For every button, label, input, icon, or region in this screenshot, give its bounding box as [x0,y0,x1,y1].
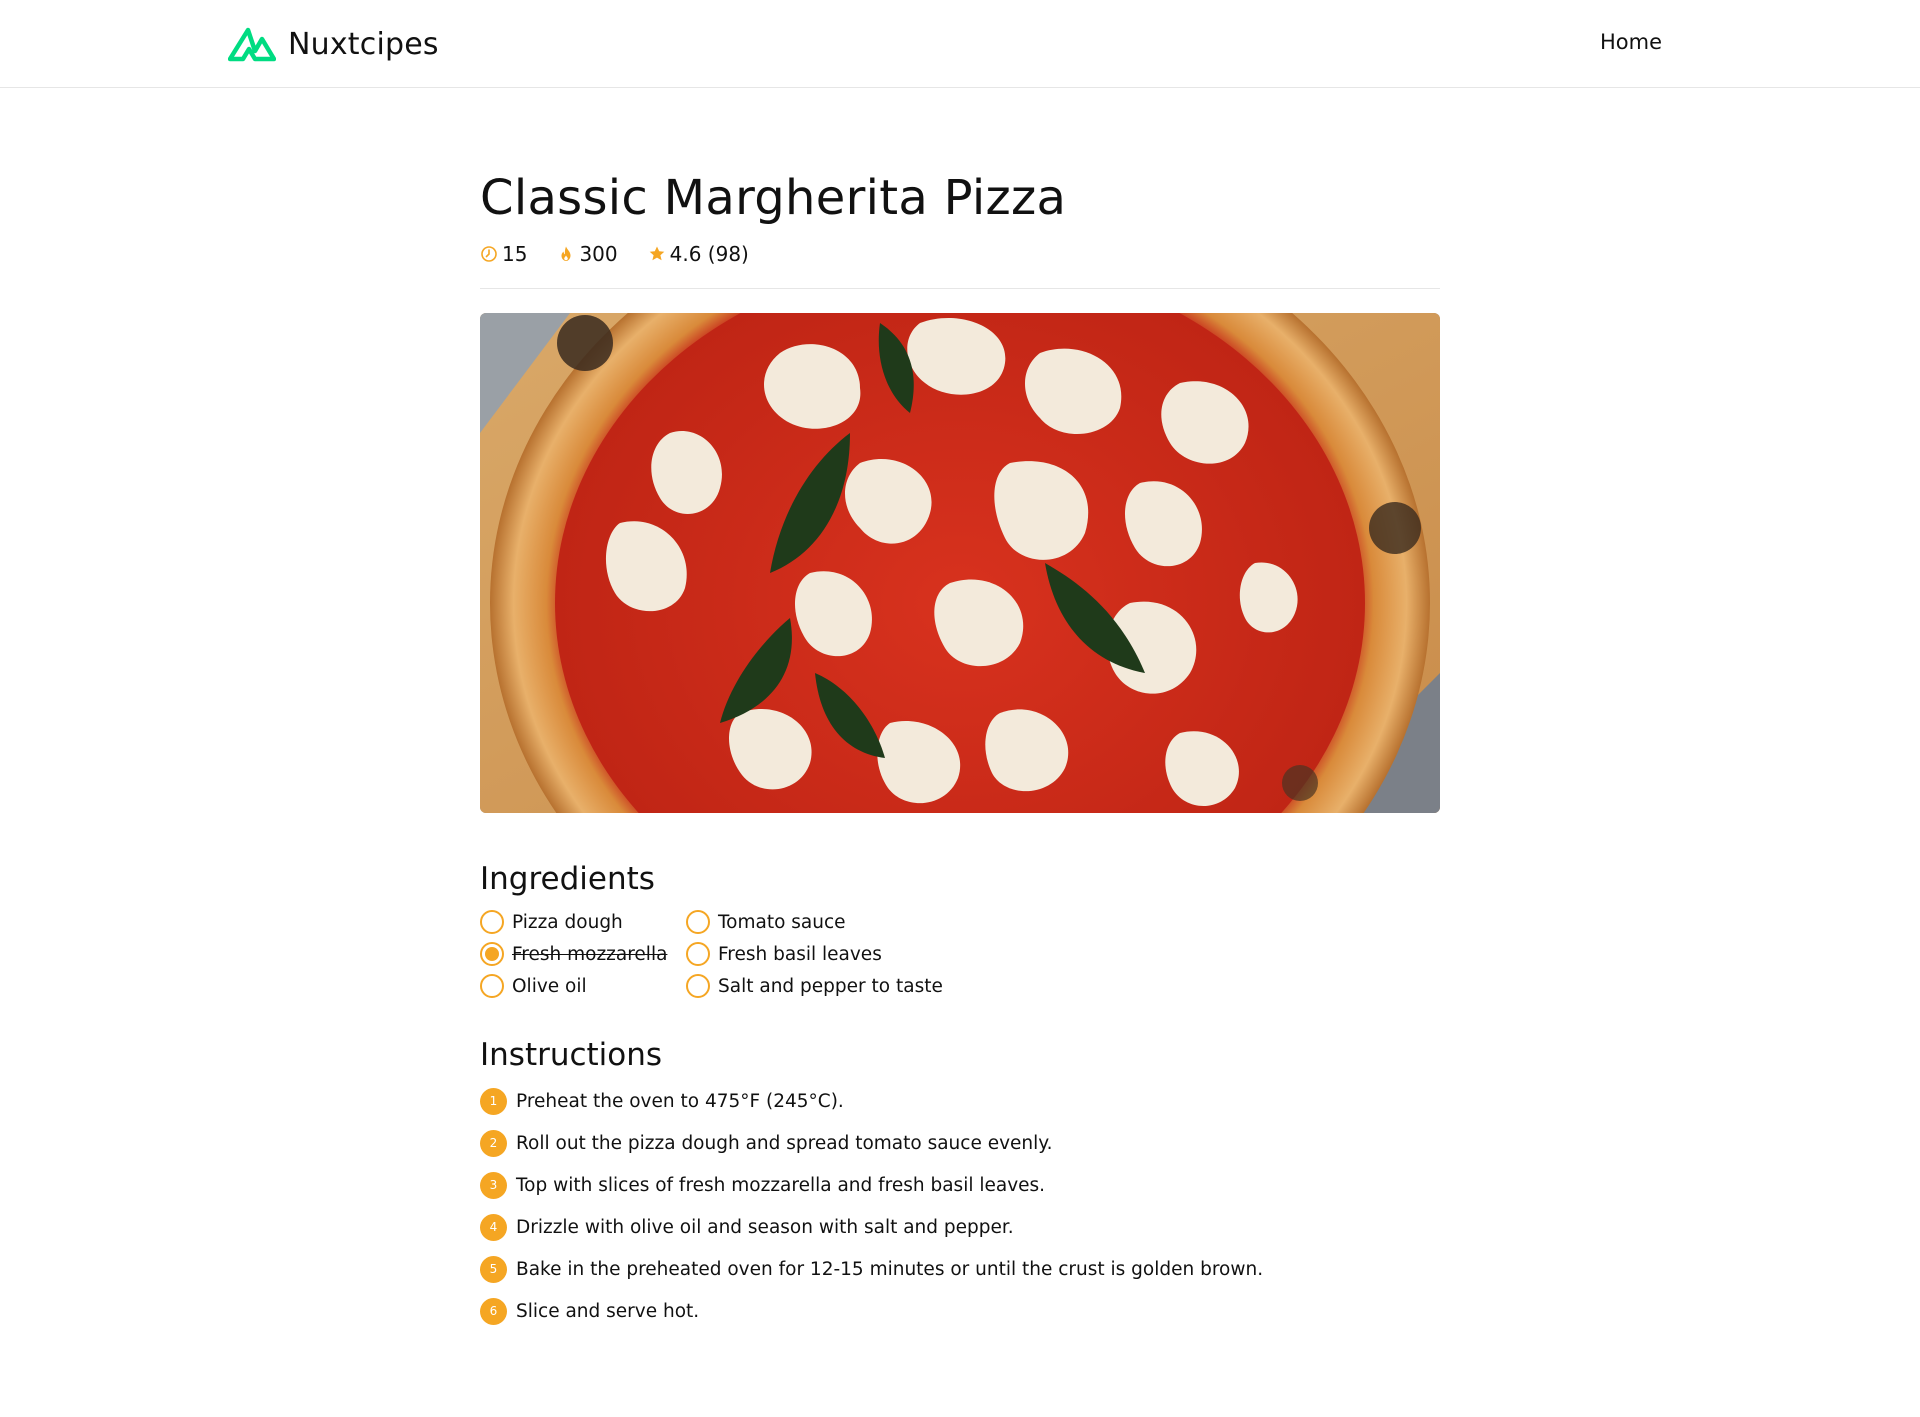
recipe-title: Classic Margherita Pizza [480,170,1067,226]
prep-time-value: 15 [502,242,528,266]
instruction-step: 4 Drizzle with olive oil and season with… [480,1213,1440,1241]
brand-link[interactable]: Nuxtcipes [228,26,439,62]
ingredient-checkbox[interactable] [686,910,710,934]
recipe-meta: 15 300 4.6 (98) [480,242,1440,289]
ingredient-item[interactable]: Tomato sauce [686,909,946,935]
ingredient-item[interactable]: Olive oil [480,973,686,999]
ingredient-checkbox[interactable] [686,974,710,998]
rating: 4.6 (98) [648,242,749,266]
top-navbar: Nuxtcipes Home [0,0,1920,88]
ingredient-label: Olive oil [512,975,587,997]
ingredient-label: Fresh basil leaves [718,943,882,965]
ingredient-label: Pizza dough [512,911,623,933]
step-number-badge: 5 [480,1255,507,1283]
step-text: Bake in the preheated oven for 12-15 min… [516,1258,1264,1280]
flame-icon [561,246,571,261]
instruction-step: 3 Top with slices of fresh mozzarella an… [480,1171,1440,1199]
ingredient-label: Salt and pepper to taste [718,975,943,997]
ingredient-item[interactable]: Pizza dough [480,909,686,935]
calories-value: 300 [579,242,618,266]
ingredient-item[interactable]: Fresh basil leaves [686,941,946,967]
nuxt-logo-icon [228,27,276,62]
recipe-content: Classic Margherita Pizza 15 300 4.6 (98) [480,168,1440,1339]
ingredient-checkbox[interactable] [480,910,504,934]
step-number-badge: 1 [480,1087,507,1115]
brand-name: Nuxtcipes [288,26,439,62]
ingredient-item[interactable]: Fresh mozzarella [480,941,686,967]
ingredient-item[interactable]: Salt and pepper to taste [686,973,946,999]
step-number-badge: 6 [480,1297,507,1325]
instruction-step: 5 Bake in the preheated oven for 12-15 m… [480,1255,1440,1283]
star-icon [649,246,664,261]
ingredients-list: Pizza dough Tomato sauce Fresh mozzarell… [480,909,1440,999]
ingredient-checkbox[interactable] [480,942,504,966]
instruction-step: 1 Preheat the oven to 475°F (245°C). [480,1087,1440,1115]
step-text: Slice and serve hot. [516,1300,700,1322]
step-number-badge: 4 [480,1213,507,1241]
instruction-step: 6 Slice and serve hot. [480,1297,1440,1325]
instructions-list: 1 Preheat the oven to 475°F (245°C). 2 R… [480,1087,1440,1325]
instructions-heading: Instructions [480,1037,663,1073]
ingredient-checkbox[interactable] [480,974,504,998]
instruction-step: 2 Roll out the pizza dough and spread to… [480,1129,1440,1157]
ingredient-label: Tomato sauce [718,911,846,933]
rating-value: 4.6 (98) [669,242,749,266]
clock-icon [481,246,497,262]
step-text: Drizzle with olive oil and season with s… [516,1216,1014,1238]
nav-home-link[interactable]: Home [1600,30,1662,54]
recipe-hero-image [480,313,1440,813]
calories: 300 [557,242,618,266]
step-number-badge: 3 [480,1171,507,1199]
step-text: Preheat the oven to 475°F (245°C). [516,1090,844,1112]
prep-time: 15 [480,242,527,266]
step-text: Roll out the pizza dough and spread toma… [516,1132,1053,1154]
ingredient-label: Fresh mozzarella [512,943,668,965]
ingredient-checkbox[interactable] [686,942,710,966]
step-text: Top with slices of fresh mozzarella and … [516,1174,1046,1196]
step-number-badge: 2 [480,1129,507,1157]
ingredients-heading: Ingredients [480,861,655,897]
